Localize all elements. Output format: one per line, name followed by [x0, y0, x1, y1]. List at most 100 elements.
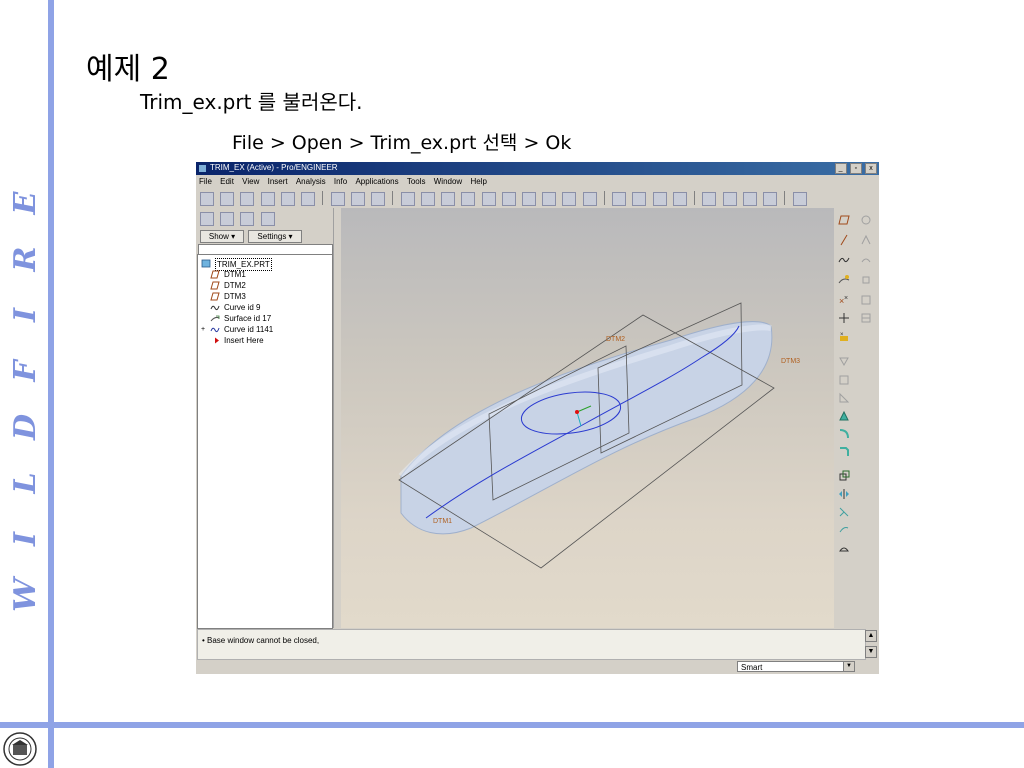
datum-axes-display-icon[interactable] — [722, 192, 737, 206]
no-hidden-icon[interactable] — [652, 192, 667, 206]
app-icon — [199, 165, 206, 172]
datum-plane-tool-icon[interactable] — [838, 214, 850, 226]
menu-help[interactable]: Help — [467, 176, 489, 187]
window-title: TRIM_EX (Active) - Pro/ENGINEER — [210, 163, 338, 172]
save-icon[interactable] — [240, 192, 255, 206]
maximize-button[interactable]: ▫ — [849, 163, 862, 174]
blend-disabled-icon[interactable] — [860, 274, 872, 286]
label-dtm2: DTM2 — [606, 336, 625, 343]
label-dtm3: DTM3 — [781, 358, 800, 365]
datum-axis-tool-icon[interactable] — [838, 234, 850, 246]
menu-applications[interactable]: Applications — [352, 176, 401, 187]
saved-views-icon[interactable] — [542, 192, 557, 206]
slide-subtitle: Trim_ex.prt 를 불러온다. — [140, 90, 363, 114]
repaint-icon[interactable] — [400, 192, 415, 206]
window-titlebar[interactable]: TRIM_EX (Active) - Pro/ENGINEER _ ▫ x — [196, 162, 879, 175]
datum-points-display-icon[interactable] — [742, 192, 757, 206]
shading-icon[interactable] — [672, 192, 687, 206]
sketch-tool-icon[interactable] — [838, 274, 850, 286]
graphics-viewport[interactable]: DTM2 DTM3 DTM1 — [341, 208, 834, 628]
sweep-disabled-icon[interactable] — [860, 254, 872, 266]
regenerate-icon[interactable] — [330, 192, 345, 206]
menu-bar: File Edit View Insert Analysis Info Appl… — [196, 176, 879, 188]
datum-plane-icon — [210, 292, 220, 301]
table-disabled-icon[interactable] — [860, 312, 872, 324]
mirror-tool-icon[interactable] — [838, 488, 850, 500]
slide-title: 예제 2 — [86, 52, 170, 87]
refit-icon[interactable] — [501, 192, 516, 206]
extrude-disabled-icon[interactable] — [860, 214, 872, 226]
vertical-letter: I — [8, 531, 43, 547]
copy-tool-icon[interactable] — [838, 470, 850, 482]
round-tool-icon[interactable] — [838, 428, 850, 440]
datum-plane-icon — [210, 270, 220, 279]
connections-tab-icon[interactable] — [260, 212, 275, 226]
merge-tool-icon[interactable] — [838, 506, 850, 518]
menu-analysis[interactable]: Analysis — [293, 176, 329, 187]
open-file-icon[interactable] — [220, 192, 235, 206]
menu-insert[interactable]: Insert — [265, 176, 291, 187]
minimize-button[interactable]: _ — [834, 163, 847, 174]
right-feature-toolbar: × × × — [834, 208, 879, 628]
selection-box-icon[interactable] — [371, 192, 386, 206]
menu-info[interactable]: Info — [331, 176, 350, 187]
print-icon[interactable] — [260, 192, 275, 206]
email-icon[interactable] — [280, 192, 295, 206]
coord-sys-display-icon[interactable] — [763, 192, 778, 206]
slide-instruction: File > Open > Trim_ex.prt 선택 > Ok — [232, 132, 572, 154]
datum-point-tool-icon[interactable]: × × — [838, 294, 850, 306]
menu-file[interactable]: File — [196, 176, 215, 187]
menu-window[interactable]: Window — [431, 176, 465, 187]
vertical-letter: R — [8, 246, 43, 272]
vertical-letter: E — [8, 191, 43, 215]
chamfer-tool-icon[interactable] — [838, 446, 850, 458]
whats-this-icon[interactable] — [792, 192, 807, 206]
pattern-disabled-icon[interactable] — [860, 294, 872, 306]
wireframe-icon[interactable] — [612, 192, 627, 206]
model-tree-tab-icon[interactable] — [200, 212, 214, 226]
trim-tool-icon[interactable] — [838, 524, 850, 536]
find-icon[interactable] — [350, 192, 365, 206]
selection-filter-select[interactable]: Smart ▼ — [737, 661, 855, 672]
orient-mode-icon[interactable] — [441, 192, 456, 206]
favorites-tab-icon[interactable] — [240, 212, 255, 226]
message-area: • Base window cannot be closed, — [197, 629, 866, 660]
vertical-letter: D — [8, 414, 43, 441]
hole-disabled-icon[interactable] — [838, 356, 850, 368]
datum-planes-display-icon[interactable] — [702, 192, 717, 206]
surface-icon — [210, 315, 220, 322]
message-scroll-up-icon[interactable]: ▲ — [865, 630, 877, 642]
datum-curve-tool-icon[interactable] — [838, 254, 850, 266]
layers-icon[interactable] — [562, 192, 577, 206]
toolbar-separator — [322, 191, 324, 205]
model-tree: TRIM_EX.PRT DTM1 DTM2 DTM3 Curve id 9 Su… — [197, 254, 333, 629]
reorient-icon[interactable] — [521, 192, 536, 206]
zoom-in-icon[interactable] — [461, 192, 476, 206]
label-dtm1: DTM1 — [433, 518, 452, 525]
message-scroll-down-icon[interactable]: ▼ — [865, 646, 877, 658]
coordinate-system-tool-icon[interactable] — [838, 312, 850, 324]
hidden-line-icon[interactable] — [632, 192, 647, 206]
part-icon — [201, 259, 211, 268]
vertical-wildfire-text: E R I F D L I W — [8, 175, 44, 623]
shell-disabled-icon[interactable] — [838, 374, 850, 386]
folder-browser-tab-icon[interactable] — [220, 212, 235, 226]
menu-view[interactable]: View — [239, 176, 262, 187]
menu-edit[interactable]: Edit — [217, 176, 237, 187]
settings-dropdown[interactable]: Settings ▾ — [248, 230, 302, 243]
email-link-icon[interactable] — [301, 192, 316, 206]
extend-tool-icon[interactable] — [838, 542, 850, 554]
rib-disabled-icon[interactable] — [838, 392, 850, 404]
zoom-out-icon[interactable] — [481, 192, 496, 206]
new-file-icon[interactable] — [200, 192, 214, 206]
menu-tools[interactable]: Tools — [404, 176, 429, 187]
close-button[interactable]: x — [865, 163, 877, 174]
expand-plus-icon[interactable]: + — [201, 324, 205, 335]
analysis-tool-icon[interactable]: × — [838, 330, 850, 342]
chevron-down-icon[interactable]: ▼ — [843, 662, 854, 671]
revolve-disabled-icon[interactable] — [860, 234, 872, 246]
show-dropdown[interactable]: Show ▾ — [200, 230, 244, 243]
spin-center-icon[interactable] — [420, 192, 435, 206]
view-manager-icon[interactable] — [582, 192, 597, 206]
draft-tool-icon[interactable] — [838, 410, 850, 422]
